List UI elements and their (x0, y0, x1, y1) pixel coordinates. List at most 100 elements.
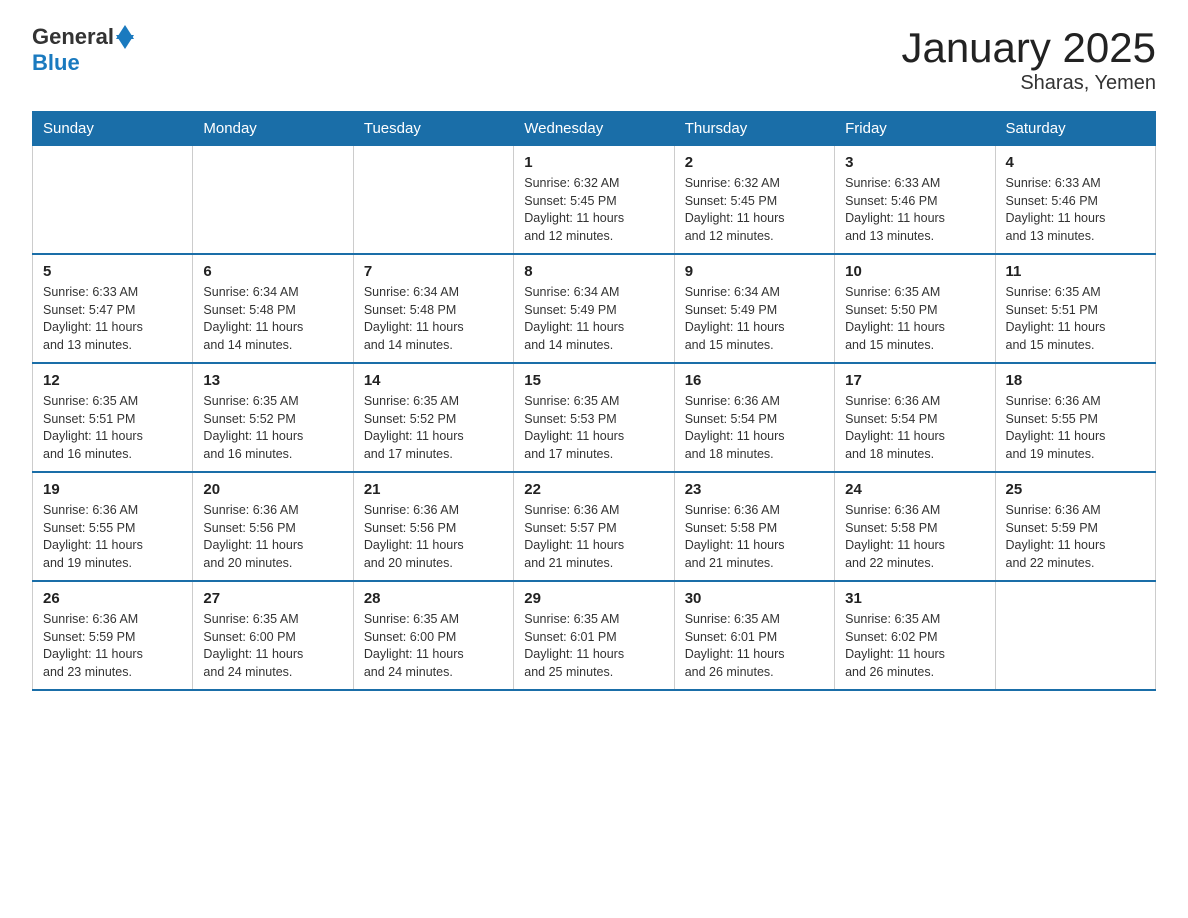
day-cell: 25 Sunrise: 6:36 AMSunset: 5:59 PMDayligh… (995, 472, 1155, 581)
day-cell: 31Sunrise: 6:35 AMSunset: 6:02 PMDayligh… (835, 581, 995, 690)
day-cell: 8Sunrise: 6:34 AMSunset: 5:49 PMDaylight… (514, 254, 674, 363)
day-number: 19 (43, 481, 182, 498)
day-cell: 10 Sunrise: 6:35 AMSunset: 5:50 PMDayligh… (835, 254, 995, 363)
day-info: Sunrise: 6:35 AMSunset: 5:53 PMDaylight:… (524, 393, 663, 463)
day-number: 28 (364, 590, 503, 607)
day-cell (995, 581, 1155, 690)
day-number: 14 (364, 372, 503, 389)
day-cell: 15Sunrise: 6:35 AMSunset: 5:53 PMDayligh… (514, 363, 674, 472)
day-cell: 9 Sunrise: 6:34 AMSunset: 5:49 PMDaylight… (674, 254, 834, 363)
day-cell: 12 Sunrise: 6:35 AMSunset: 5:51 PMDayligh… (33, 363, 193, 472)
day-number: 24 (845, 481, 984, 498)
day-number: 16 (685, 372, 824, 389)
day-info: Sunrise: 6:35 AMSunset: 6:00 PMDaylight:… (203, 611, 342, 681)
day-info: Sunrise: 6:36 AMSunset: 5:54 PMDaylight:… (845, 393, 984, 463)
day-info: Sunrise: 6:32 AMSunset: 5:45 PMDaylight:… (524, 175, 663, 245)
day-cell: 21 Sunrise: 6:36 AMSunset: 5:56 PMDayligh… (353, 472, 513, 581)
day-cell: 4 Sunrise: 6:33 AMSunset: 5:46 PMDaylight… (995, 146, 1155, 255)
day-cell: 26 Sunrise: 6:36 AMSunset: 5:59 PMDayligh… (33, 581, 193, 690)
day-number: 5 (43, 263, 182, 280)
day-cell: 7Sunrise: 6:34 AMSunset: 5:48 PMDaylight… (353, 254, 513, 363)
day-info: Sunrise: 6:35 AMSunset: 5:51 PMDaylight:… (43, 393, 182, 463)
day-cell: 30Sunrise: 6:35 AMSunset: 6:01 PMDayligh… (674, 581, 834, 690)
day-number: 12 (43, 372, 182, 389)
day-number: 26 (43, 590, 182, 607)
day-info: Sunrise: 6:35 AMSunset: 5:51 PMDaylight:… (1006, 284, 1145, 354)
day-cell: 6 Sunrise: 6:34 AMSunset: 5:48 PMDaylight… (193, 254, 353, 363)
day-number: 17 (845, 372, 984, 389)
location-title: Sharas, Yemen (901, 72, 1156, 95)
day-number: 9 (685, 263, 824, 280)
day-info: Sunrise: 6:36 AMSunset: 5:57 PMDaylight:… (524, 502, 663, 572)
day-info: Sunrise: 6:33 AMSunset: 5:47 PMDaylight:… (43, 284, 182, 354)
day-info: Sunrise: 6:32 AMSunset: 5:45 PMDaylight:… (685, 175, 824, 245)
day-info: Sunrise: 6:35 AMSunset: 6:01 PMDaylight:… (685, 611, 824, 681)
column-header-thursday: Thursday (674, 112, 834, 146)
day-info: Sunrise: 6:36 AMSunset: 5:59 PMDaylight:… (1006, 502, 1145, 572)
column-header-friday: Friday (835, 112, 995, 146)
day-info: Sunrise: 6:35 AMSunset: 6:00 PMDaylight:… (364, 611, 503, 681)
day-info: Sunrise: 6:36 AMSunset: 5:56 PMDaylight:… (364, 502, 503, 572)
day-cell: 28 Sunrise: 6:35 AMSunset: 6:00 PMDayligh… (353, 581, 513, 690)
day-cell (353, 146, 513, 255)
title-area: January 2025 Sharas, Yemen (901, 24, 1156, 95)
column-header-monday: Monday (193, 112, 353, 146)
day-cell: 11 Sunrise: 6:35 AMSunset: 5:51 PMDayligh… (995, 254, 1155, 363)
day-info: Sunrise: 6:36 AMSunset: 5:56 PMDaylight:… (203, 502, 342, 572)
day-info: Sunrise: 6:36 AMSunset: 5:55 PMDaylight:… (43, 502, 182, 572)
day-info: Sunrise: 6:35 AMSunset: 6:01 PMDaylight:… (524, 611, 663, 681)
day-cell: 2 Sunrise: 6:32 AMSunset: 5:45 PMDaylight… (674, 146, 834, 255)
day-cell (193, 146, 353, 255)
day-cell: 19 Sunrise: 6:36 AMSunset: 5:55 PMDayligh… (33, 472, 193, 581)
day-cell: 5 Sunrise: 6:33 AMSunset: 5:47 PMDaylight… (33, 254, 193, 363)
day-number: 2 (685, 154, 824, 171)
day-info: Sunrise: 6:34 AMSunset: 5:48 PMDaylight:… (203, 284, 342, 354)
day-number: 7 (364, 263, 503, 280)
day-cell: 16 Sunrise: 6:36 AMSunset: 5:54 PMDayligh… (674, 363, 834, 472)
day-cell (33, 146, 193, 255)
day-cell: 20Sunrise: 6:36 AMSunset: 5:56 PMDayligh… (193, 472, 353, 581)
day-number: 25 (1006, 481, 1145, 498)
day-cell: 3 Sunrise: 6:33 AMSunset: 5:46 PMDaylight… (835, 146, 995, 255)
calendar-table: SundayMondayTuesdayWednesdayThursdayFrid… (32, 111, 1156, 691)
week-row-3: 12 Sunrise: 6:35 AMSunset: 5:51 PMDayligh… (33, 363, 1156, 472)
day-info: Sunrise: 6:36 AMSunset: 5:59 PMDaylight:… (43, 611, 182, 681)
day-info: Sunrise: 6:36 AMSunset: 5:54 PMDaylight:… (685, 393, 824, 463)
day-number: 21 (364, 481, 503, 498)
page-header: General Blue January 2025 Sharas, Yemen (32, 24, 1156, 95)
day-cell: 22 Sunrise: 6:36 AMSunset: 5:57 PMDayligh… (514, 472, 674, 581)
day-number: 29 (524, 590, 663, 607)
day-info: Sunrise: 6:33 AMSunset: 5:46 PMDaylight:… (845, 175, 984, 245)
day-info: Sunrise: 6:33 AMSunset: 5:46 PMDaylight:… (1006, 175, 1145, 245)
day-number: 22 (524, 481, 663, 498)
day-number: 18 (1006, 372, 1145, 389)
column-header-saturday: Saturday (995, 112, 1155, 146)
day-cell: 1 Sunrise: 6:32 AMSunset: 5:45 PMDaylight… (514, 146, 674, 255)
day-info: Sunrise: 6:35 AMSunset: 5:50 PMDaylight:… (845, 284, 984, 354)
day-number: 10 (845, 263, 984, 280)
day-number: 31 (845, 590, 984, 607)
logo-blue-text: Blue (32, 50, 80, 75)
calendar-header-row: SundayMondayTuesdayWednesdayThursdayFrid… (33, 112, 1156, 146)
day-cell: 13 Sunrise: 6:35 AMSunset: 5:52 PMDayligh… (193, 363, 353, 472)
day-cell: 27 Sunrise: 6:35 AMSunset: 6:00 PMDayligh… (193, 581, 353, 690)
day-cell: 18Sunrise: 6:36 AMSunset: 5:55 PMDayligh… (995, 363, 1155, 472)
month-title: January 2025 (901, 24, 1156, 72)
day-info: Sunrise: 6:34 AMSunset: 5:49 PMDaylight:… (685, 284, 824, 354)
day-number: 13 (203, 372, 342, 389)
week-row-1: 1 Sunrise: 6:32 AMSunset: 5:45 PMDaylight… (33, 146, 1156, 255)
day-info: Sunrise: 6:36 AMSunset: 5:58 PMDaylight:… (845, 502, 984, 572)
day-number: 11 (1006, 263, 1145, 280)
day-number: 6 (203, 263, 342, 280)
day-number: 4 (1006, 154, 1145, 171)
day-info: Sunrise: 6:36 AMSunset: 5:58 PMDaylight:… (685, 502, 824, 572)
week-row-2: 5 Sunrise: 6:33 AMSunset: 5:47 PMDaylight… (33, 254, 1156, 363)
day-cell: 24 Sunrise: 6:36 AMSunset: 5:58 PMDayligh… (835, 472, 995, 581)
day-number: 27 (203, 590, 342, 607)
day-number: 23 (685, 481, 824, 498)
day-info: Sunrise: 6:35 AMSunset: 5:52 PMDaylight:… (203, 393, 342, 463)
day-number: 1 (524, 154, 663, 171)
logo-general-text: General (32, 24, 114, 50)
day-number: 3 (845, 154, 984, 171)
day-cell: 14Sunrise: 6:35 AMSunset: 5:52 PMDayligh… (353, 363, 513, 472)
